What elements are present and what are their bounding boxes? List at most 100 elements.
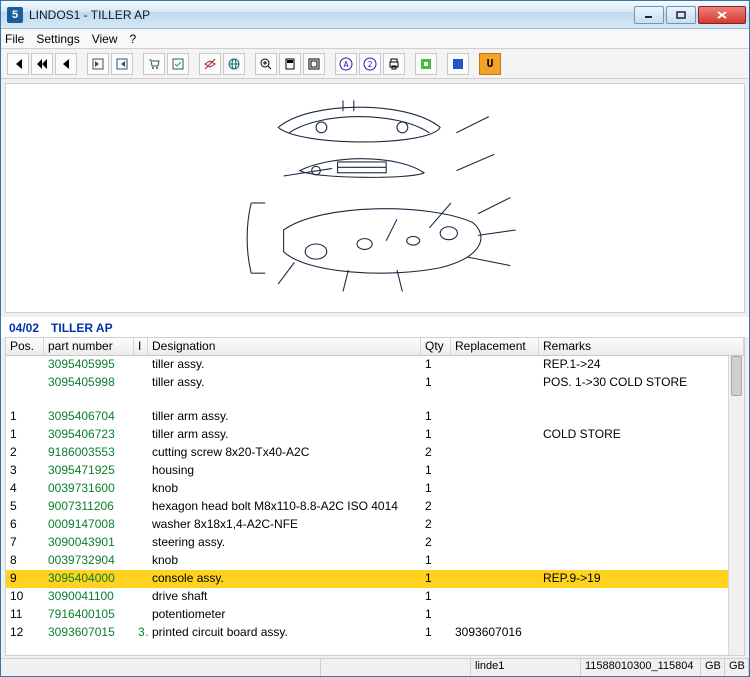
cell	[451, 462, 539, 480]
minimize-button[interactable]	[634, 6, 664, 24]
open-icon[interactable]	[87, 53, 109, 75]
cell	[539, 534, 744, 552]
table-row[interactable]: 73090043901 steering assy.2	[6, 534, 744, 552]
cell: potentiometer	[148, 606, 421, 624]
u-icon[interactable]: U	[479, 53, 501, 75]
table-row[interactable]: 40039731600knob1	[6, 480, 744, 498]
cell: 1	[421, 480, 451, 498]
cell: 2	[421, 516, 451, 534]
first-icon[interactable]	[7, 53, 29, 75]
parts-table: Pos. part number I Designation Qty Repla…	[5, 337, 745, 656]
cell	[6, 374, 44, 408]
back-icon[interactable]	[55, 53, 77, 75]
cell: tiller arm assy.	[148, 426, 421, 444]
info-2-icon[interactable]: 2	[359, 53, 381, 75]
green-icon[interactable]	[415, 53, 437, 75]
cell	[451, 444, 539, 462]
table-row[interactable]: 59007311206hexagon head bolt M8x110-8.8-…	[6, 498, 744, 516]
cell: 12	[6, 624, 44, 642]
cell	[451, 498, 539, 516]
table-row[interactable]: 33095471925housing1	[6, 462, 744, 480]
table-row[interactable]: 13095406704tiller arm assy.1	[6, 408, 744, 426]
cell: steering assy.	[148, 534, 421, 552]
layer-off-icon[interactable]	[199, 53, 221, 75]
table-row[interactable]: 29186003553cutting screw 8x20-Tx40-A2C2	[6, 444, 744, 462]
menu-settings[interactable]: Settings	[36, 32, 79, 46]
rewind-icon[interactable]	[31, 53, 53, 75]
status-pane-6: GB	[725, 659, 749, 676]
cell	[539, 624, 744, 642]
cell: 3093607015	[44, 624, 134, 642]
table-row[interactable]: 13095406723tiller arm assy.1COLD STORE	[6, 426, 744, 444]
cell: 2	[421, 444, 451, 462]
globe-icon[interactable]	[223, 53, 245, 75]
cell	[451, 480, 539, 498]
cell: tiller arm assy.	[148, 408, 421, 426]
blue-icon[interactable]	[447, 53, 469, 75]
close-button[interactable]	[698, 6, 746, 24]
cell: 1	[6, 408, 44, 426]
info-a-icon[interactable]: A	[335, 53, 357, 75]
cell: 3095405995	[44, 356, 134, 374]
cell: 7	[6, 534, 44, 552]
cell	[539, 588, 744, 606]
cell: 0039732904	[44, 552, 134, 570]
table-header: Pos. part number I Designation Qty Repla…	[6, 338, 744, 356]
cell: 3095404000	[44, 570, 134, 588]
status-pane-4: 11588010300_115804	[581, 659, 701, 676]
table-row[interactable]: 103090041100drive shaft1	[6, 588, 744, 606]
cell	[134, 462, 148, 480]
table-row[interactable]: 117916400105potentiometer1	[6, 606, 744, 624]
cell	[451, 570, 539, 588]
status-pane-3: linde1	[471, 659, 581, 676]
menu-view[interactable]: View	[92, 32, 118, 46]
menu-help[interactable]: ?	[130, 32, 137, 46]
svg-text:A: A	[344, 60, 349, 69]
cell: 3090043901	[44, 534, 134, 552]
page-icon[interactable]	[279, 53, 301, 75]
cell	[134, 552, 148, 570]
col-designation[interactable]: Designation	[148, 338, 421, 355]
cell: 2	[421, 534, 451, 552]
col-remarks[interactable]: Remarks	[539, 338, 744, 355]
section-code: 04/02	[9, 321, 39, 335]
col-part[interactable]: part number	[44, 338, 134, 355]
table-row[interactable]: 3095405998tiller assy.1POS. 1->30 COLD S…	[6, 374, 744, 408]
status-pane-5: GB	[701, 659, 725, 676]
save-icon[interactable]	[111, 53, 133, 75]
table-row[interactable]: 60009147008washer 8x18x1,4-A2C-NFE2	[6, 516, 744, 534]
menu-file[interactable]: File	[5, 32, 24, 46]
col-i[interactable]: I	[134, 338, 148, 355]
table-row[interactable]: 93095404000console assy.1REP.9->19	[6, 570, 744, 588]
menubar: File Settings View ?	[1, 29, 749, 49]
cell: 11	[6, 606, 44, 624]
cell	[134, 570, 148, 588]
table-row[interactable]: 1230936070153printed circuit board assy.…	[6, 624, 744, 642]
cell	[451, 408, 539, 426]
zoom-icon[interactable]	[255, 53, 277, 75]
titlebar: 5 LINDOS1 - TILLER AP	[1, 1, 749, 29]
cell	[451, 516, 539, 534]
cell	[134, 588, 148, 606]
table-row[interactable]: 3095405995tiller assy.1REP.1->24	[6, 356, 744, 374]
scrollbar-vertical[interactable]	[728, 356, 744, 655]
cell	[539, 552, 744, 570]
cell	[134, 606, 148, 624]
diagram-viewer[interactable]	[5, 83, 745, 313]
cart-icon[interactable]	[143, 53, 165, 75]
cell: 9186003553	[44, 444, 134, 462]
maximize-button[interactable]	[666, 6, 696, 24]
cell	[134, 498, 148, 516]
fit-icon[interactable]	[303, 53, 325, 75]
select-all-icon[interactable]	[167, 53, 189, 75]
cell	[539, 480, 744, 498]
scrollbar-thumb[interactable]	[731, 356, 742, 396]
cell: tiller assy.	[148, 374, 421, 408]
table-row[interactable]: 80039732904knob1	[6, 552, 744, 570]
cell: 1	[421, 588, 451, 606]
col-pos[interactable]: Pos.	[6, 338, 44, 355]
cell	[6, 356, 44, 374]
col-qty[interactable]: Qty	[421, 338, 451, 355]
col-replacement[interactable]: Replacement	[451, 338, 539, 355]
print-icon[interactable]	[383, 53, 405, 75]
